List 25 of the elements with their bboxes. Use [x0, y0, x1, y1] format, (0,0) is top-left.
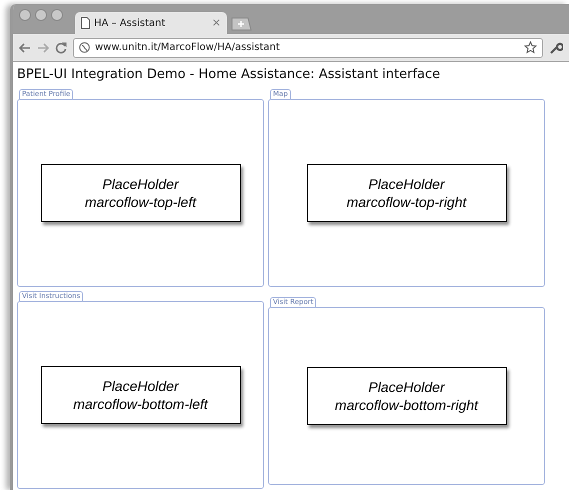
window-control-icon[interactable]: [19, 9, 31, 21]
placeholder-text: PlaceHolder: [102, 174, 179, 192]
placeholder-text: marcoflow-bottom-right: [334, 396, 478, 414]
reload-icon[interactable]: [55, 42, 67, 54]
page-icon: [81, 17, 90, 29]
address-bar[interactable]: www.unitn.it/MarcoFlow/HA/assistant: [73, 38, 543, 58]
new-tab-icon[interactable]: [230, 17, 252, 31]
window-control-icon[interactable]: [35, 9, 47, 21]
browser-tab[interactable]: HA – Assistant ×: [75, 12, 227, 34]
placeholder-text: PlaceHolder: [102, 376, 179, 394]
star-icon[interactable]: [524, 41, 537, 54]
placeholder-text: marcoflow-bottom-left: [73, 394, 208, 412]
page-title: BPEL-UI Integration Demo - Home Assistance: Assistant interface: [17, 66, 442, 84]
tab-title: HA – Assistant: [94, 16, 166, 30]
placeholder-text: marcoflow-top-left: [84, 192, 196, 210]
tab-close-button[interactable]: ×: [212, 14, 221, 32]
globe-icon: [79, 42, 90, 53]
forward-icon[interactable]: [37, 42, 49, 52]
placeholder-text: PlaceHolder: [368, 174, 445, 192]
url-text: www.unitn.it/MarcoFlow/HA/assistant: [95, 41, 281, 55]
placeholder-text: PlaceHolder: [368, 378, 445, 396]
window-control-icon[interactable]: [51, 9, 63, 21]
back-icon[interactable]: [19, 42, 31, 52]
wrench-icon[interactable]: [549, 40, 563, 54]
placeholder-text: marcoflow-top-right: [346, 192, 466, 210]
